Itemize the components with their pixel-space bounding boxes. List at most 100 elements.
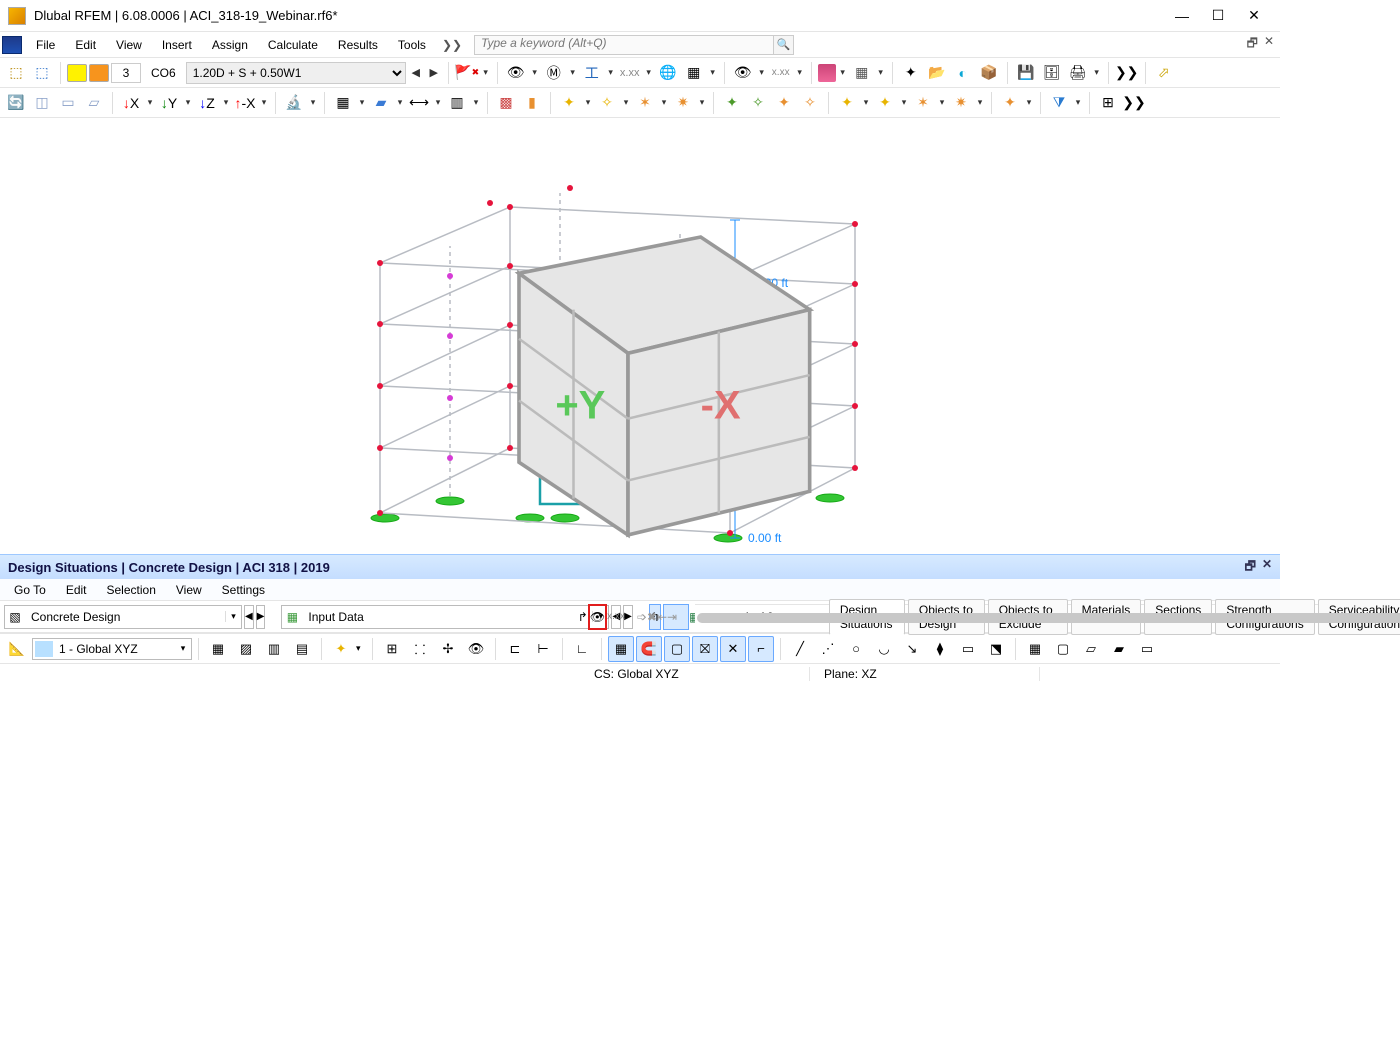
osnap-x-icon[interactable]: ✕ bbox=[720, 636, 746, 662]
search-icon[interactable]: 🔍 bbox=[774, 35, 794, 55]
numeric-label-icon[interactable]: x.xx bbox=[618, 61, 642, 85]
open-file-icon[interactable]: 📂 bbox=[925, 61, 949, 85]
panel-menu-edit[interactable]: Edit bbox=[56, 581, 97, 599]
menu-file[interactable]: File bbox=[26, 36, 65, 54]
microscope-icon[interactable]: 🔬 bbox=[282, 91, 306, 115]
data-type-select[interactable]: ▦ Input Data ▾ bbox=[281, 605, 609, 629]
design-topic-select[interactable]: ▧ Concrete Design ▾ bbox=[4, 605, 242, 629]
color-swatch-orange[interactable] bbox=[89, 64, 109, 82]
cube-icon[interactable]: ▦ bbox=[682, 61, 706, 85]
panel-menu-selection[interactable]: Selection bbox=[97, 581, 166, 599]
panel-menu-goto[interactable]: Go To bbox=[4, 581, 56, 599]
menu-calculate[interactable]: Calculate bbox=[258, 36, 328, 54]
star5-icon[interactable]: ✦ bbox=[720, 91, 744, 115]
dash-box-icon[interactable]: ▢ bbox=[1050, 636, 1076, 662]
star3-icon[interactable]: ✶ bbox=[633, 91, 657, 115]
visibility-icon[interactable]: 👁 bbox=[504, 61, 528, 85]
filter-right-icon[interactable]: ↱ 👁 x.xx ➩ ✖ ⇤ ⇥ ▦ 🌐 🖼 ? bbox=[663, 604, 689, 630]
dash-iso3-icon[interactable]: ▭ bbox=[1134, 636, 1160, 662]
osnap-magnet-icon[interactable]: 🧲 bbox=[636, 636, 662, 662]
show-values-icon[interactable]: x.xx bbox=[607, 604, 625, 630]
star9-icon[interactable]: ✦ bbox=[835, 91, 859, 115]
nav-cube[interactable]: +Y -X bbox=[0, 128, 1268, 564]
menu-expand-icon[interactable]: ❯❯ bbox=[436, 38, 468, 52]
star11-icon[interactable]: ✶ bbox=[911, 91, 935, 115]
result-numeric-icon[interactable]: x.xx bbox=[769, 61, 793, 85]
snap-end-icon[interactable]: ⊏ bbox=[502, 636, 528, 662]
tool-a1-icon[interactable]: ▦ bbox=[205, 636, 231, 662]
arc-icon[interactable]: ◡ bbox=[871, 636, 897, 662]
topic-next-button[interactable]: ▶ bbox=[256, 605, 266, 629]
app-menu-icon[interactable] bbox=[2, 36, 22, 54]
flag-dropdown[interactable]: ▾ bbox=[481, 67, 491, 78]
snap-eye-icon[interactable]: 👁 bbox=[463, 636, 489, 662]
hierarchy2-icon[interactable]: ⬚ bbox=[30, 61, 54, 85]
star10-icon[interactable]: ✦ bbox=[873, 91, 897, 115]
doc-restore-button[interactable]: 🗗 bbox=[1247, 34, 1258, 55]
panel-menu-view[interactable]: View bbox=[166, 581, 212, 599]
block-manager-icon[interactable]: 📦 bbox=[977, 61, 1001, 85]
menu-view[interactable]: View bbox=[106, 36, 152, 54]
star12-icon[interactable]: ✷ bbox=[949, 91, 973, 115]
columns-icon[interactable]: ▥ bbox=[445, 91, 469, 115]
vertex-icon[interactable]: ⧫ bbox=[927, 636, 953, 662]
print-icon[interactable]: 🖨 bbox=[1066, 61, 1090, 85]
wall-icon[interactable] bbox=[818, 64, 836, 82]
menu-tools[interactable]: Tools bbox=[388, 36, 436, 54]
insert-row-icon[interactable]: ➩ bbox=[637, 604, 647, 630]
save-icon[interactable]: 💾 bbox=[1014, 61, 1038, 85]
tool-star-dropdown[interactable]: ▾ bbox=[356, 643, 366, 654]
table-icon[interactable]: ▦ bbox=[331, 91, 355, 115]
cs-select[interactable]: 1 - Global XYZ ▾ bbox=[32, 638, 192, 660]
osnap-grid-icon[interactable]: ▦ bbox=[608, 636, 634, 662]
star8-icon[interactable]: ✧ bbox=[798, 91, 822, 115]
diag2-icon[interactable]: ⬔ bbox=[983, 636, 1009, 662]
result-eye-icon[interactable]: 👁 bbox=[731, 61, 755, 85]
model-viewport[interactable]: 0.00 ft 10.00 ft 20.00 ft 30.00 ft 40.00… bbox=[0, 118, 1280, 554]
ibeam-icon[interactable]: 工 bbox=[580, 61, 604, 85]
panel-icon[interactable]: ▮ bbox=[520, 91, 544, 115]
edge-icon[interactable]: ▭ bbox=[955, 636, 981, 662]
star1-icon[interactable]: ✦ bbox=[557, 91, 581, 115]
line-dash-icon[interactable]: ⋰ bbox=[815, 636, 841, 662]
axis-neg-x-icon[interactable]: ↑-X bbox=[233, 91, 257, 115]
delete-row-icon[interactable]: ✖ bbox=[647, 604, 657, 630]
maximize-button[interactable]: ☐ bbox=[1200, 2, 1236, 30]
flag-delete-icon[interactable]: 🚩✖ bbox=[455, 61, 479, 85]
cursor-icon[interactable]: ⬀ bbox=[1152, 61, 1176, 85]
line-solid-icon[interactable]: ╱ bbox=[787, 636, 813, 662]
menu-insert[interactable]: Insert bbox=[152, 36, 202, 54]
osnap-diag-icon[interactable]: ⛝ bbox=[692, 636, 718, 662]
mesh-icon[interactable]: ▩ bbox=[494, 91, 518, 115]
doc-close-button[interactable]: ✕ bbox=[1264, 34, 1274, 55]
tool-a4-icon[interactable]: ▤ bbox=[289, 636, 315, 662]
panel-menu-settings[interactable]: Settings bbox=[212, 581, 275, 599]
dash-iso2-icon[interactable]: ▰ bbox=[1106, 636, 1132, 662]
load-number-field[interactable]: 3 bbox=[111, 63, 141, 83]
minimize-button[interactable]: — bbox=[1164, 2, 1200, 30]
tangent-icon[interactable]: ↘ bbox=[899, 636, 925, 662]
color-swatch-yellow[interactable] bbox=[67, 64, 87, 82]
box2-icon[interactable]: ▱ bbox=[82, 91, 106, 115]
tool-a3-icon[interactable]: ▥ bbox=[261, 636, 287, 662]
globe-icon[interactable]: 🌐 bbox=[656, 61, 680, 85]
refresh-view-icon[interactable]: 🔄 bbox=[4, 91, 28, 115]
cs-icon[interactable]: 📐 bbox=[4, 636, 30, 662]
axis-m-icon[interactable]: Ⓜ bbox=[542, 61, 566, 85]
prev-combo-button[interactable]: ◀ bbox=[408, 66, 424, 79]
expand-toolbar2-icon[interactable]: ❯❯ bbox=[1122, 91, 1146, 115]
axis-z-icon[interactable]: ↓Z bbox=[195, 91, 219, 115]
menu-assign[interactable]: Assign bbox=[202, 36, 258, 54]
star4-icon[interactable]: ✷ bbox=[671, 91, 695, 115]
grid-icon[interactable]: ⊞ bbox=[1096, 91, 1120, 115]
star13-icon[interactable]: ✦ bbox=[998, 91, 1022, 115]
hierarchy1-icon[interactable]: ⬚ bbox=[4, 61, 28, 85]
close-button[interactable]: ✕ bbox=[1236, 2, 1272, 30]
iso-view-icon[interactable]: ◫ bbox=[30, 91, 54, 115]
snap-axes-icon[interactable]: ✢ bbox=[435, 636, 461, 662]
surface-icon[interactable]: ▰ bbox=[369, 91, 393, 115]
cloud-icon[interactable]: ◐ bbox=[951, 61, 975, 85]
span-icon[interactable]: ⟷ bbox=[407, 91, 431, 115]
topic-prev-button[interactable]: ◀ bbox=[244, 605, 254, 629]
filter-icon[interactable]: ⧩ bbox=[1047, 91, 1071, 115]
